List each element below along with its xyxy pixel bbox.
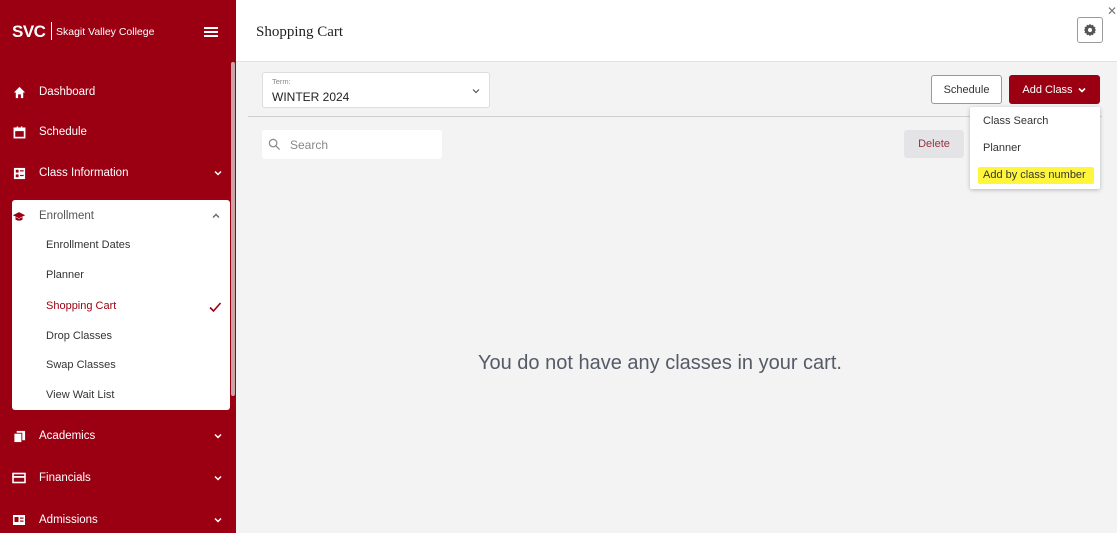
settings-button[interactable] <box>1077 17 1103 43</box>
sidebar-scrollbar[interactable] <box>231 62 235 396</box>
close-icon[interactable]: ✕ <box>1107 4 1117 18</box>
chevron-down-icon <box>214 433 222 439</box>
submenu-item-swap-classes[interactable]: Swap Classes <box>46 357 116 373</box>
submenu-item-shopping-cart[interactable]: Shopping Cart <box>46 298 116 314</box>
delete-button[interactable]: Delete <box>904 130 964 158</box>
sidebar: SVC Skagit Valley College Dashboard Sche… <box>0 0 236 533</box>
menu-item-class-search[interactable]: Class Search <box>983 115 1048 127</box>
graduation-cap-icon <box>12 209 26 223</box>
calendar-icon <box>12 125 26 139</box>
chevron-up-icon <box>212 213 220 218</box>
documents-icon <box>12 429 26 443</box>
submenu-item-enrollment-dates[interactable]: Enrollment Dates <box>46 237 130 253</box>
sidebar-item-label: Enrollment <box>39 210 94 222</box>
search-icon <box>268 138 281 151</box>
add-class-label: Add Class <box>1022 83 1073 96</box>
sidebar-item-label: Class Information <box>39 167 129 179</box>
enrollment-submenu: Enrollment Enrollment Dates Planner Shop… <box>12 200 230 410</box>
sidebar-item-dashboard[interactable]: Dashboard <box>12 80 230 104</box>
top-bar: Shopping Cart ✕ <box>236 0 1117 62</box>
sidebar-item-enrollment[interactable]: Enrollment <box>12 204 230 228</box>
submenu-item-view-wait-list[interactable]: View Wait List <box>46 387 114 403</box>
chevron-down-icon <box>214 475 222 481</box>
sidebar-item-label: Schedule <box>39 126 87 138</box>
logo-divider <box>51 22 52 40</box>
sidebar-item-academics[interactable]: Academics <box>12 424 230 448</box>
add-class-button[interactable]: Add Class <box>1009 75 1100 104</box>
submenu-item-drop-classes[interactable]: Drop Classes <box>46 328 112 344</box>
brand-header: SVC Skagit Valley College <box>0 0 236 62</box>
sidebar-item-label: Admissions <box>39 514 98 526</box>
term-value: WINTER 2024 <box>272 90 350 104</box>
college-name: Skagit Valley College <box>56 26 155 38</box>
chevron-down-icon <box>214 517 222 523</box>
college-logo[interactable]: SVC <box>12 22 46 42</box>
id-card-icon <box>12 513 26 527</box>
chevron-down-icon <box>1077 87 1086 93</box>
submenu-item-planner[interactable]: Planner <box>46 267 84 283</box>
chevron-down-icon <box>214 170 222 176</box>
empty-cart-message: You do not have any classes in your cart… <box>478 352 842 374</box>
search-input[interactable] <box>290 135 435 154</box>
sidebar-item-schedule[interactable]: Schedule <box>12 120 230 144</box>
sidebar-item-admissions[interactable]: Admissions <box>12 508 230 532</box>
search-box <box>262 130 442 159</box>
sidebar-item-label: Financials <box>39 472 91 484</box>
term-select[interactable]: Term: WINTER 2024 <box>262 72 490 108</box>
sidebar-item-label: Dashboard <box>39 86 96 98</box>
info-card-icon <box>12 166 26 180</box>
menu-item-add-by-class-number[interactable]: Add by class number <box>983 169 1086 181</box>
credit-card-icon <box>12 471 26 485</box>
sidebar-item-financials[interactable]: Financials <box>12 466 230 490</box>
hamburger-menu-icon[interactable] <box>204 27 218 37</box>
checkmark-icon <box>209 302 222 313</box>
menu-item-planner[interactable]: Planner <box>983 142 1021 154</box>
add-class-menu: Class Search Planner Add by class number <box>970 107 1100 189</box>
gear-icon <box>1083 23 1097 37</box>
home-icon <box>12 85 26 99</box>
page-title: Shopping Cart <box>256 24 344 40</box>
sidebar-item-class-information[interactable]: Class Information <box>12 161 230 185</box>
term-label: Term: <box>272 77 291 86</box>
sidebar-item-label: Academics <box>39 430 96 442</box>
chevron-down-icon <box>472 89 480 94</box>
schedule-button[interactable]: Schedule <box>931 75 1002 104</box>
